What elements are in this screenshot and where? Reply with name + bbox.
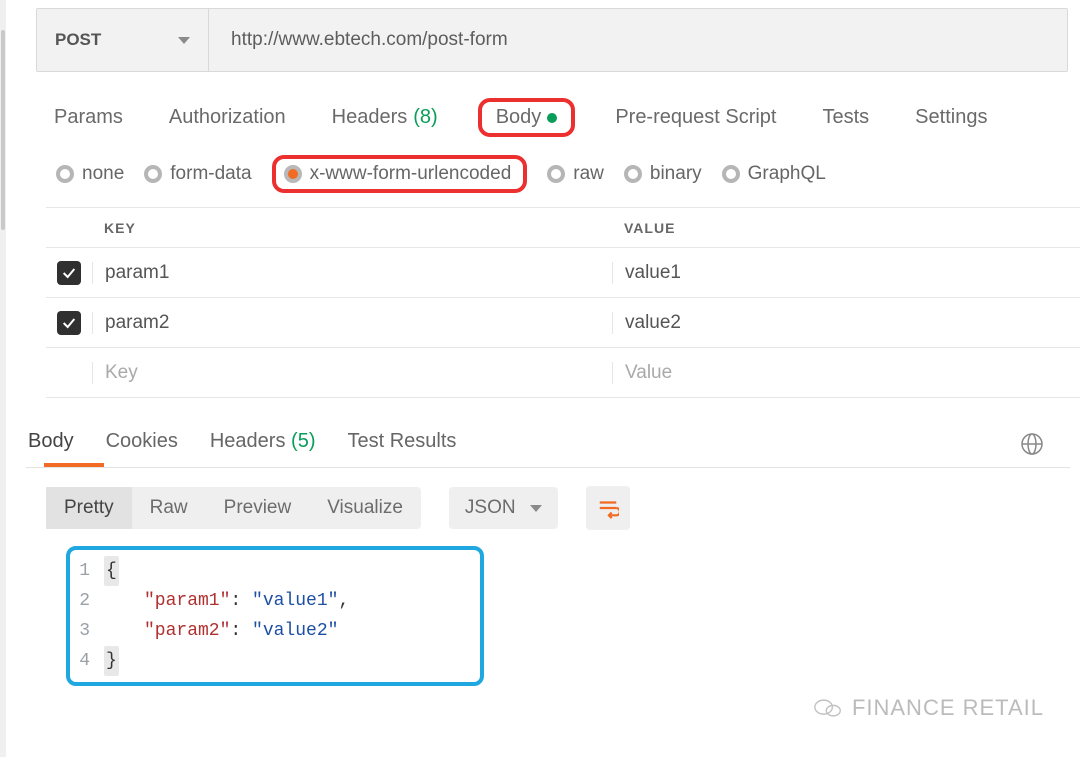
radio-icon [624,165,642,183]
cell-key-placeholder[interactable]: Key [92,362,612,384]
http-method-select[interactable]: POST [37,9,209,71]
cell-value[interactable]: value2 [612,312,1080,334]
radio-icon [722,165,740,183]
tab-headers[interactable]: Headers (8) [326,102,444,133]
globe-icon[interactable] [1020,432,1044,462]
active-tab-underline [44,463,104,467]
wechat-icon [814,696,842,720]
table-row[interactable]: param1 value1 [46,248,1080,298]
row-checkbox[interactable] [57,261,81,285]
chevron-down-icon [530,505,542,512]
resp-tab-body[interactable]: Body [26,426,76,467]
response-tabs: Body Cookies Headers (5) Test Results [26,426,1044,467]
request-url-bar: POST [36,8,1068,72]
view-visualize[interactable]: Visualize [309,487,421,529]
body-type-row: none form-data x-www-form-urlencoded raw… [56,155,1068,193]
body-active-dot-icon [547,113,557,123]
resp-tab-headers[interactable]: Headers (5) [208,426,318,467]
tab-tests[interactable]: Tests [816,102,875,133]
tab-body[interactable]: Body [478,98,576,137]
table-row[interactable]: param2 value2 [46,298,1080,348]
tab-settings[interactable]: Settings [909,102,993,133]
view-segment: Pretty Raw Preview Visualize [46,487,421,529]
body-type-none[interactable]: none [56,163,124,185]
radio-icon [547,165,565,183]
view-preview[interactable]: Preview [206,487,310,529]
response-divider [26,467,1070,468]
url-input[interactable] [209,9,1067,71]
cell-key[interactable]: param2 [92,312,612,334]
table-row-new[interactable]: Key Value [46,348,1080,398]
body-type-formdata[interactable]: form-data [144,163,251,185]
cell-value[interactable]: value1 [612,262,1080,284]
form-params-table: KEY VALUE param1 value1 param2 value2 Ke… [46,207,1080,398]
body-type-binary[interactable]: binary [624,163,702,185]
view-raw[interactable]: Raw [132,487,206,529]
resp-headers-count: (5) [291,430,315,452]
body-type-graphql[interactable]: GraphQL [722,163,826,185]
resp-tab-test-results[interactable]: Test Results [345,426,458,467]
line-number: 2 [70,586,104,616]
row-checkbox[interactable] [57,311,81,335]
cell-key[interactable]: param1 [92,262,612,284]
tab-authorization[interactable]: Authorization [163,102,292,133]
table-header: KEY VALUE [46,208,1080,248]
chevron-down-icon [178,37,190,44]
radio-icon [56,165,74,183]
response-view-toolbar: Pretty Raw Preview Visualize JSON [46,486,1068,530]
watermark: FINANCE RETAIL [814,695,1044,721]
request-tabs: Params Authorization Headers (8) Body Pr… [48,98,1068,137]
tab-params[interactable]: Params [48,102,129,133]
http-method-value: POST [55,30,101,50]
radio-selected-icon [284,165,302,183]
resp-tab-cookies[interactable]: Cookies [104,426,180,467]
cell-value-placeholder[interactable]: Value [612,362,1080,384]
wrap-lines-button[interactable] [586,486,630,530]
body-type-raw[interactable]: raw [547,163,604,185]
view-pretty[interactable]: Pretty [46,487,132,529]
left-scrollbar[interactable] [0,0,6,757]
radio-icon [144,165,162,183]
col-value: VALUE [612,220,1080,236]
line-number: 4 [70,646,104,676]
line-number: 1 [70,556,104,586]
response-body-code[interactable]: 1{ 2"param1": "value1", 3"param2": "valu… [66,546,484,686]
headers-count: (8) [413,106,437,129]
response-type-select[interactable]: JSON [449,487,558,529]
col-key: KEY [92,220,612,236]
tab-prerequest[interactable]: Pre-request Script [609,102,782,133]
body-type-urlencoded[interactable]: x-www-form-urlencoded [272,155,528,193]
line-number: 3 [70,616,104,646]
